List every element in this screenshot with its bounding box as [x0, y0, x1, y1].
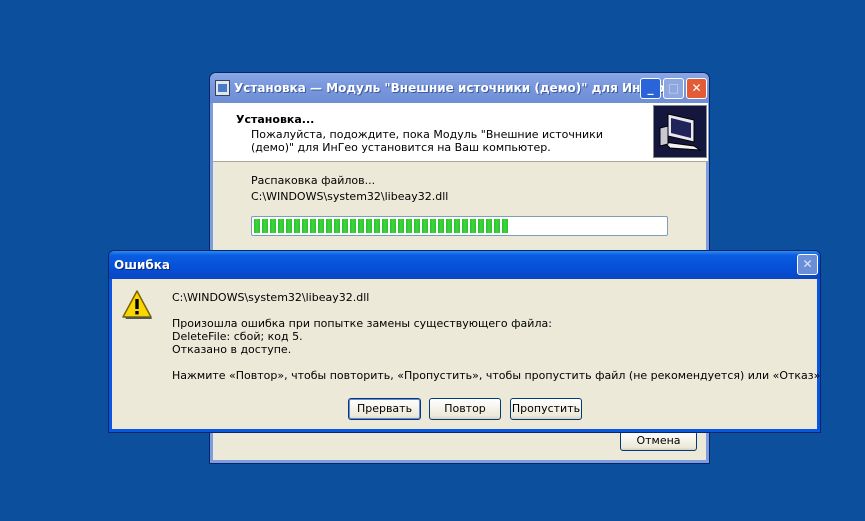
- cancel-button[interactable]: Отмена: [620, 431, 697, 451]
- current-file: C:\WINDOWS\system32\libeay32.dll: [251, 190, 449, 203]
- maximize-icon: □: [663, 78, 684, 99]
- installer-title: Установка — Модуль "Внешние источники (д…: [234, 81, 665, 95]
- warning-icon: [121, 289, 153, 321]
- progress-bar: [251, 216, 668, 236]
- error-file: C:\WINDOWS\system32\libeay32.dll: [172, 291, 370, 304]
- error-hint: Нажмите «Повтор», чтобы повторить, «Проп…: [172, 369, 821, 382]
- close-icon[interactable]: ✕: [686, 78, 707, 99]
- error-line3: Отказано в доступе.: [172, 343, 292, 356]
- wizard-header: Установка... Пожалуйста, подождите, пока…: [213, 103, 708, 162]
- header-title: Установка...: [236, 113, 315, 126]
- abort-button[interactable]: Прервать: [348, 398, 421, 420]
- installer-titlebar[interactable]: Установка — Модуль "Внешние источники (д…: [210, 73, 709, 103]
- skip-button[interactable]: Пропустить: [510, 398, 582, 420]
- header-description: Пожалуйста, подождите, пока Модуль "Внеш…: [251, 128, 603, 154]
- progress-fill: [254, 219, 509, 233]
- retry-button[interactable]: Повтор: [429, 398, 501, 420]
- error-line1: Произошла ошибка при попытке замены суще…: [172, 317, 552, 330]
- error-line2: DeleteFile: сбой; код 5.: [172, 330, 303, 343]
- status-text: Распаковка файлов...: [251, 174, 376, 187]
- computer-icon: [653, 105, 707, 158]
- setup-icon: [215, 80, 230, 96]
- error-titlebar[interactable]: Ошибка ✕: [109, 251, 820, 279]
- close-icon[interactable]: ✕: [797, 254, 818, 275]
- error-title: Ошибка: [114, 258, 170, 272]
- error-dialog: Ошибка ✕ C:\WINDOWS\system32\libeay32.dl…: [108, 250, 821, 433]
- minimize-icon[interactable]: _: [640, 78, 661, 99]
